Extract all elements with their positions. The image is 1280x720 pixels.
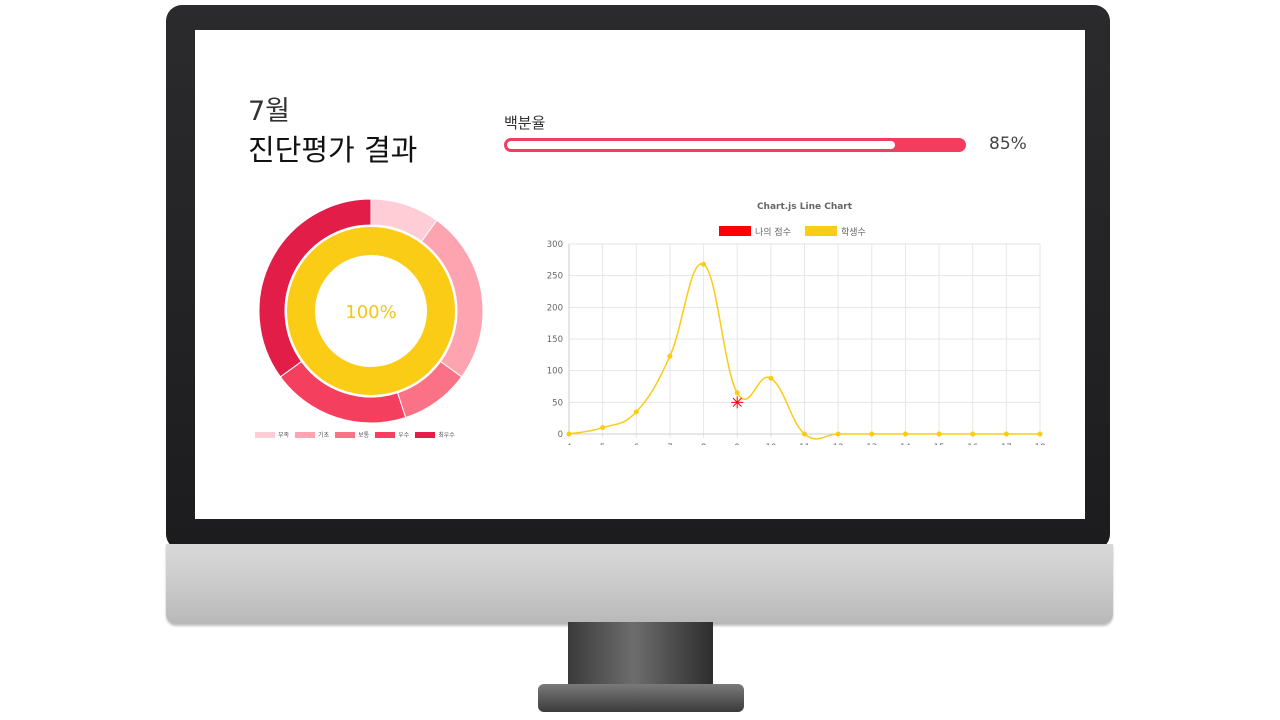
y-tick-label: 50 xyxy=(552,398,563,408)
donut-legend-item[interactable]: 우수 xyxy=(375,430,409,439)
y-tick-label: 150 xyxy=(547,335,563,345)
x-tick-label: 9 xyxy=(735,443,740,445)
x-tick-label: 7 xyxy=(667,443,672,445)
legend-swatch xyxy=(375,431,396,438)
y-tick-label: 200 xyxy=(547,303,563,313)
progress-label: 백분율 xyxy=(504,114,546,132)
line-chart: Chart.js Line Chart 나의 점수 학생수 0 50 100 150 200 2… xyxy=(547,202,1046,445)
data-point-students xyxy=(667,353,673,359)
data-point-students xyxy=(802,431,807,437)
y-tick-label: 250 xyxy=(547,272,563,282)
report-month: 7월 xyxy=(248,96,291,127)
progress-value: 85% xyxy=(989,134,1027,154)
legend-swatch xyxy=(415,431,436,438)
monitor-stand-neck xyxy=(568,622,713,692)
x-tick-label: 18 xyxy=(1035,443,1046,445)
data-point-students xyxy=(600,425,606,431)
x-tick-label: 17 xyxy=(1001,443,1012,445)
x-tick-label: 10 xyxy=(765,443,776,445)
progress-bar xyxy=(504,138,966,152)
monitor-chin xyxy=(166,544,1113,624)
legend-swatch-0 xyxy=(719,226,751,236)
legend-swatch xyxy=(295,431,316,438)
progress-bar-inner xyxy=(507,141,895,149)
monitor-screen: 7월 진단평가 결과 백분율 85% 100% 부족 기초 보통 우수 최우수 Char… xyxy=(195,30,1085,519)
legend-label: 부족 xyxy=(278,432,290,439)
donut-legend-item[interactable]: 부족 xyxy=(255,430,289,439)
data-point-students xyxy=(734,390,740,396)
x-tick-label: 12 xyxy=(833,443,844,445)
donut-chart: 100% xyxy=(258,198,484,424)
donut-legend-item[interactable]: 보통 xyxy=(335,430,369,439)
chart-title: Chart.js Line Chart xyxy=(757,202,853,212)
x-tick-label: 6 xyxy=(634,443,639,445)
x-tick-label: 8 xyxy=(701,443,706,445)
legend-label: 최우수 xyxy=(438,432,455,439)
y-tick-label: 0 xyxy=(558,430,563,440)
x-tick-label: 13 xyxy=(866,443,877,445)
data-point-students xyxy=(936,431,942,437)
legend-label-1: 학생수 xyxy=(841,227,866,238)
donut-legend-item[interactable]: 최우수 xyxy=(415,430,455,439)
legend-swatch xyxy=(335,431,356,438)
data-point-my-score xyxy=(731,396,744,409)
page-title: 진단평가 결과 xyxy=(248,133,418,167)
data-point-students xyxy=(869,431,875,437)
legend-swatch-1 xyxy=(805,226,837,236)
donut-center-value: 100% xyxy=(345,302,396,323)
data-point-students xyxy=(768,375,774,381)
legend-swatch xyxy=(255,431,275,438)
donut-legend: 부족 기초 보통 우수 최우수 xyxy=(255,430,495,439)
legend-label-0: 나의 점수 xyxy=(755,226,791,238)
x-tick-label: 11 xyxy=(799,443,810,445)
x-tick-label: 5 xyxy=(600,443,605,445)
x-tick-label: 4 xyxy=(566,443,571,445)
data-point-students xyxy=(566,431,572,437)
x-tick-label: 15 xyxy=(934,443,945,445)
data-point-students xyxy=(633,409,639,415)
data-point-students xyxy=(902,431,908,437)
donut-legend-item[interactable]: 기초 xyxy=(295,430,329,439)
y-tick-label: 300 xyxy=(547,240,563,250)
x-tick-label: 14 xyxy=(900,443,911,445)
data-point-students xyxy=(1003,431,1009,437)
monitor-stand-foot xyxy=(538,684,744,712)
x-tick-label: 16 xyxy=(967,443,978,445)
y-tick-label: 100 xyxy=(547,367,563,377)
legend-label: 기초 xyxy=(318,432,330,439)
data-point-students xyxy=(1037,431,1043,437)
data-point-students xyxy=(970,431,976,437)
legend-label: 우수 xyxy=(398,432,410,439)
legend-label: 보통 xyxy=(358,432,370,439)
data-point-students xyxy=(701,261,707,267)
data-point-students xyxy=(835,431,841,437)
